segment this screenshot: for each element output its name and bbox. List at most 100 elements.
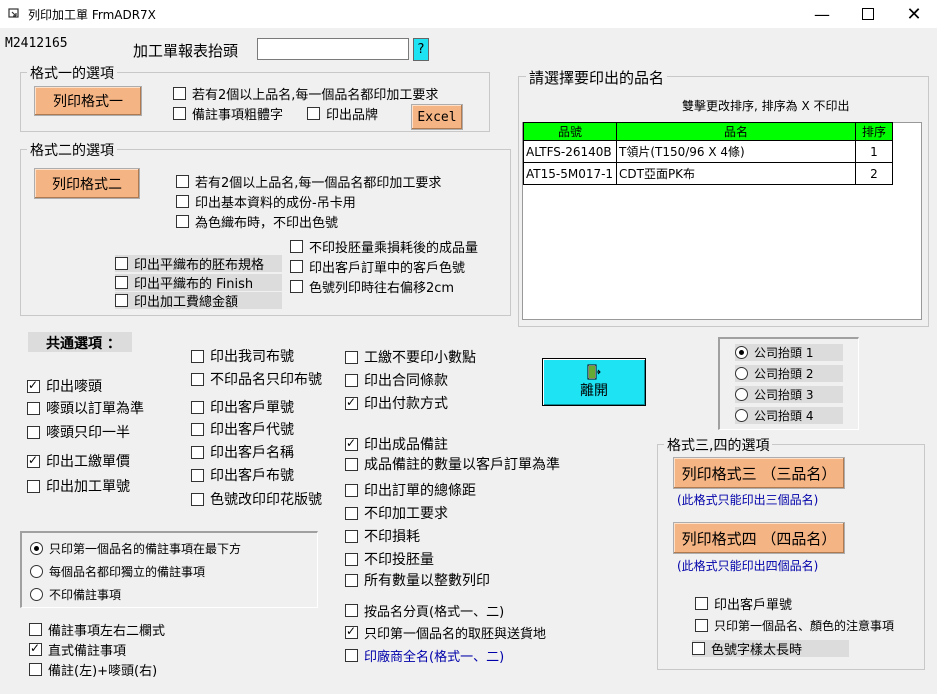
checkbox-option[interactable]: 印出工繳單價: [27, 451, 130, 471]
checkbox-option[interactable]: 印出成品備註: [345, 434, 448, 454]
checkbox-icon: [115, 294, 128, 307]
radio-option[interactable]: 不印備註事項: [30, 586, 121, 603]
product-select-legend: 請選擇要印出的品名: [526, 67, 668, 88]
radio-option[interactable]: 公司抬頭 2: [735, 365, 843, 382]
checkbox-option[interactable]: 印出我司布號: [191, 346, 294, 366]
cell-name[interactable]: T領片(T150/96 X 4條): [616, 140, 856, 163]
fmt2-opt2-label: 印出基本資料的成份-吊卡用: [195, 196, 356, 211]
checkbox-option[interactable]: 印出合同條款: [345, 370, 448, 390]
checkbox-option[interactable]: 印出加工單號: [27, 476, 130, 496]
excel-button[interactable]: Excel: [411, 104, 463, 130]
minimize-button[interactable]: —: [799, 0, 845, 28]
fmt2-opt-total-fee[interactable]: 印出加工費總金額: [115, 292, 282, 310]
cell-order[interactable]: 2: [855, 162, 893, 185]
fmt2-opt1-label: 若有2個以上品名,每一個品名都印加工要求: [195, 176, 442, 191]
column-header-order[interactable]: 排序: [855, 122, 893, 141]
checkbox-option[interactable]: 印出嘜頭: [27, 376, 102, 396]
checkbox-checked-icon: [27, 378, 40, 393]
checkbox-option[interactable]: 印出客戶名稱: [191, 442, 294, 462]
radio-option[interactable]: 只印第一個品名的備註事項在最下方: [30, 540, 241, 557]
checkbox-icon: [345, 457, 358, 471]
close-button[interactable]: ✕: [891, 0, 937, 28]
radio-option[interactable]: 公司抬頭 1: [735, 344, 843, 361]
checkbox-option[interactable]: 嘜頭只印一半: [27, 422, 130, 442]
checkbox-option[interactable]: 不印損耗: [345, 526, 420, 546]
checkbox-option[interactable]: 不印投胚量: [345, 549, 434, 569]
report-header-input[interactable]: [257, 38, 409, 60]
checkbox-icon: [176, 195, 189, 208]
checkbox-option[interactable]: 備註事項左右二欄式: [29, 620, 165, 639]
fmt2-opt-multi-product[interactable]: 若有2個以上品名,每一個品名都印加工要求: [176, 172, 441, 191]
checkbox-option[interactable]: 印出付款方式: [345, 393, 448, 413]
fmt2-opt5-label: 印出客戶訂單中的客戶色號: [309, 261, 466, 276]
fmt34-opt-long-color[interactable]: 色號字樣太長時: [692, 640, 849, 658]
radio-icon: [735, 409, 748, 422]
checkbox-option[interactable]: 不印品名只印布號: [191, 369, 322, 389]
table-row[interactable]: AT15-5M017-1 CDT亞面PK布 2: [523, 162, 893, 185]
column-header-name[interactable]: 品名: [616, 122, 856, 141]
fmt2-opt-shift-color[interactable]: 色號列印時往右偏移2cm: [290, 277, 454, 296]
checkbox-label: 印出成品備註: [364, 437, 448, 453]
fmt34-opt-first-product-notes[interactable]: 只印第一個品名、顏色的注意事項: [695, 617, 894, 634]
checkbox-option[interactable]: 所有數量以整數列印: [345, 570, 490, 590]
radio-option[interactable]: 公司抬頭 3: [735, 386, 843, 403]
checkbox-label: 工繳不要印小數點: [364, 350, 476, 366]
table-row[interactable]: ALTFS-26140B T領片(T150/96 X 4條) 1: [523, 140, 893, 163]
checkbox-checked-icon: [29, 641, 42, 656]
checkbox-icon: [191, 372, 204, 386]
checkbox-option[interactable]: 印廠商全名(格式一、二): [345, 646, 504, 665]
cell-name[interactable]: CDT亞面PK布: [616, 162, 856, 185]
fmt2-opt-grey-spec[interactable]: 印出平織布的胚布規格: [115, 255, 282, 273]
fmt2-opt-no-color[interactable]: 為色織布時，不印出色號: [176, 212, 338, 231]
print-format1-button[interactable]: 列印格式一: [34, 86, 142, 116]
cell-order[interactable]: 1: [855, 140, 893, 163]
checkbox-icon: [695, 597, 708, 610]
checkbox-option[interactable]: 印出客戶單號: [191, 397, 294, 417]
print-format3-button[interactable]: 列印格式三 （三品名）: [673, 457, 845, 489]
checkbox-option[interactable]: 不印加工要求: [345, 503, 448, 523]
column-header-code[interactable]: 品號: [523, 122, 617, 141]
checkbox-option[interactable]: 成品備註的數量以客戶訂單為準: [345, 454, 560, 474]
checkbox-label: 成品備註的數量以客戶訂單為準: [364, 457, 560, 473]
radio-option[interactable]: 每個品名都印獨立的備註事項: [30, 563, 205, 580]
help-button[interactable]: ?: [413, 38, 429, 61]
radio-icon: [735, 388, 748, 401]
fmt2-opt-finish[interactable]: 印出平織布的 Finish: [115, 274, 282, 292]
checkbox-option[interactable]: 嘜頭以訂單為準: [27, 398, 144, 418]
checkbox-option[interactable]: 直式備註事項: [29, 640, 126, 659]
checkbox-option[interactable]: 備註(左)+嘜頭(右): [29, 660, 157, 679]
fmt34-opt-customer-order[interactable]: 印出客戶單號: [695, 594, 792, 613]
checkbox-label: 所有數量以整數列印: [364, 573, 490, 589]
checkbox-label: 不印品名只印布號: [210, 372, 322, 388]
radio-selected-icon: [735, 346, 748, 359]
checkbox-icon: [191, 400, 204, 414]
product-table[interactable]: 品號 品名 排序 ALTFS-26140B T領片(T150/96 X 4條) …: [523, 122, 893, 185]
cell-code[interactable]: ALTFS-26140B: [523, 140, 617, 163]
fmt1-opt-bold-remarks[interactable]: 備註事項粗體字: [173, 104, 283, 123]
checkbox-option[interactable]: 工繳不要印小數點: [345, 347, 476, 367]
checkbox-option[interactable]: 印出客戶代號: [191, 419, 294, 439]
format4-note: (此格式只能印出四個品名): [677, 559, 819, 573]
fmt2-opt-customer-color[interactable]: 印出客戶訂單中的客戶色號: [290, 257, 465, 276]
checkbox-option[interactable]: 按品名分頁(格式一、二): [345, 601, 504, 620]
checkbox-option[interactable]: 色號改印印花版號: [191, 489, 322, 509]
fmt1-opt-multi-product[interactable]: 若有2個以上品名,每一個品名都印加工要求: [173, 84, 438, 103]
checkbox-option[interactable]: 印出訂單的總條距: [345, 480, 476, 500]
print-format2-button[interactable]: 列印格式二: [34, 168, 140, 199]
radio-option[interactable]: 公司抬頭 4: [735, 407, 843, 424]
checkbox-option[interactable]: 印出客戶布號: [191, 465, 294, 485]
exit-button[interactable]: 離開: [542, 358, 646, 406]
checkbox-icon: [290, 280, 303, 293]
checkbox-option[interactable]: 只印第一個品名的取胚與送貨地: [345, 623, 546, 642]
fmt1-opt-brand[interactable]: 印出品牌: [307, 104, 378, 123]
print-format4-button[interactable]: 列印格式四 （四品名）: [673, 522, 845, 554]
checkbox-checked-icon: [345, 395, 358, 410]
checkbox-checked-icon: [345, 624, 358, 639]
maximize-button[interactable]: [845, 0, 891, 28]
checkbox-icon: [290, 240, 303, 253]
cell-code[interactable]: AT15-5M017-1: [523, 162, 617, 185]
checkbox-label: 印出工繳單價: [46, 454, 130, 470]
fmt2-opt-composition[interactable]: 印出基本資料的成份-吊卡用: [176, 192, 356, 211]
checkbox-icon: [191, 468, 204, 482]
fmt2-opt-no-loss-qty[interactable]: 不印投胚量乘損耗後的成品量: [290, 237, 478, 256]
